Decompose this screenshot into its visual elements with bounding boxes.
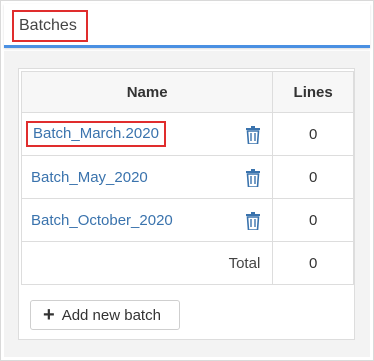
table-row: Batch_March.2020 0 bbox=[20, 112, 354, 156]
page-title: Batches bbox=[12, 10, 88, 42]
lines-count: 0 bbox=[272, 112, 354, 156]
trash-icon[interactable] bbox=[245, 126, 261, 144]
content-panel: Name Lines Batch_March.2020 0 Batch_May_… bbox=[4, 51, 370, 357]
column-header-lines[interactable]: Lines bbox=[272, 71, 354, 113]
batch-name-cell: Batch_March.2020 bbox=[20, 112, 274, 156]
table-header-row: Name Lines bbox=[20, 71, 354, 113]
batch-link[interactable]: Batch_October_2020 bbox=[31, 212, 173, 229]
batch-name-cell: Batch_October_2020 bbox=[20, 198, 274, 242]
add-new-batch-label: Add new batch bbox=[61, 306, 161, 324]
trash-icon[interactable] bbox=[245, 212, 261, 230]
batch-link[interactable]: Batch_March.2020 bbox=[26, 121, 166, 147]
plus-icon: + bbox=[43, 304, 55, 326]
add-new-batch-button[interactable]: + Add new batch bbox=[30, 300, 180, 330]
batches-card: Name Lines Batch_March.2020 0 Batch_May_… bbox=[18, 68, 355, 340]
batches-table: Name Lines Batch_March.2020 0 Batch_May_… bbox=[20, 71, 354, 285]
column-header-name[interactable]: Name bbox=[20, 71, 274, 113]
trash-icon[interactable] bbox=[245, 169, 261, 187]
batch-name-cell: Batch_May_2020 bbox=[20, 155, 274, 199]
table-row: Batch_October_2020 0 bbox=[20, 198, 354, 242]
total-label: Total bbox=[20, 241, 274, 285]
lines-count: 0 bbox=[272, 198, 354, 242]
lines-count: 0 bbox=[272, 155, 354, 199]
window-frame: Batches Name Lines Batch_March.2020 0 Ba… bbox=[0, 0, 374, 361]
header-bar: Batches bbox=[4, 4, 370, 48]
batch-link[interactable]: Batch_May_2020 bbox=[31, 169, 148, 186]
total-value: 0 bbox=[272, 241, 354, 285]
total-row: Total 0 bbox=[20, 241, 354, 285]
table-row: Batch_May_2020 0 bbox=[20, 155, 354, 199]
